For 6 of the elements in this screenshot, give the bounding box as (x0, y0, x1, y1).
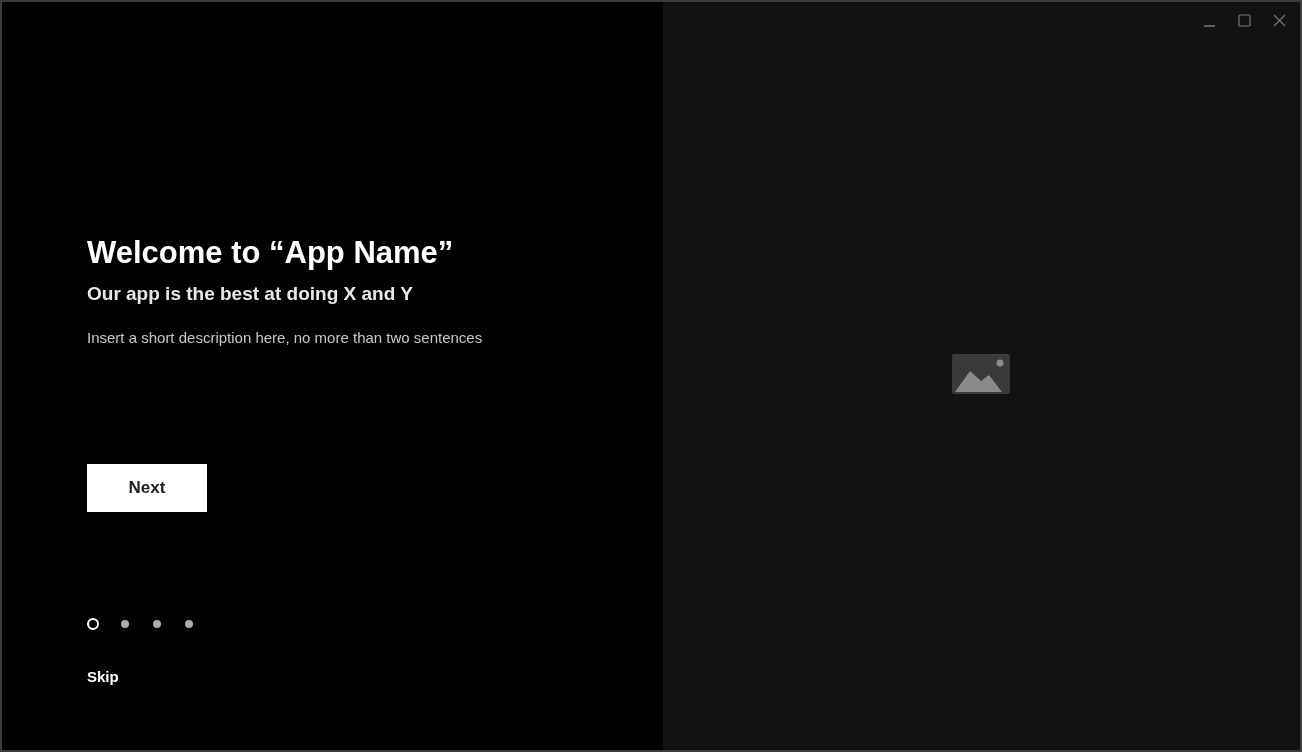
image-placeholder-icon (951, 354, 1010, 394)
description: Insert a short description here, no more than two sentences (87, 328, 484, 348)
subtitle: Our app is the best at doing X and Y (87, 282, 414, 306)
next-button[interactable]: Next (87, 464, 207, 512)
skip-link[interactable]: Skip (87, 666, 119, 689)
welcome-title: Welcome to “App Name” (87, 234, 455, 272)
